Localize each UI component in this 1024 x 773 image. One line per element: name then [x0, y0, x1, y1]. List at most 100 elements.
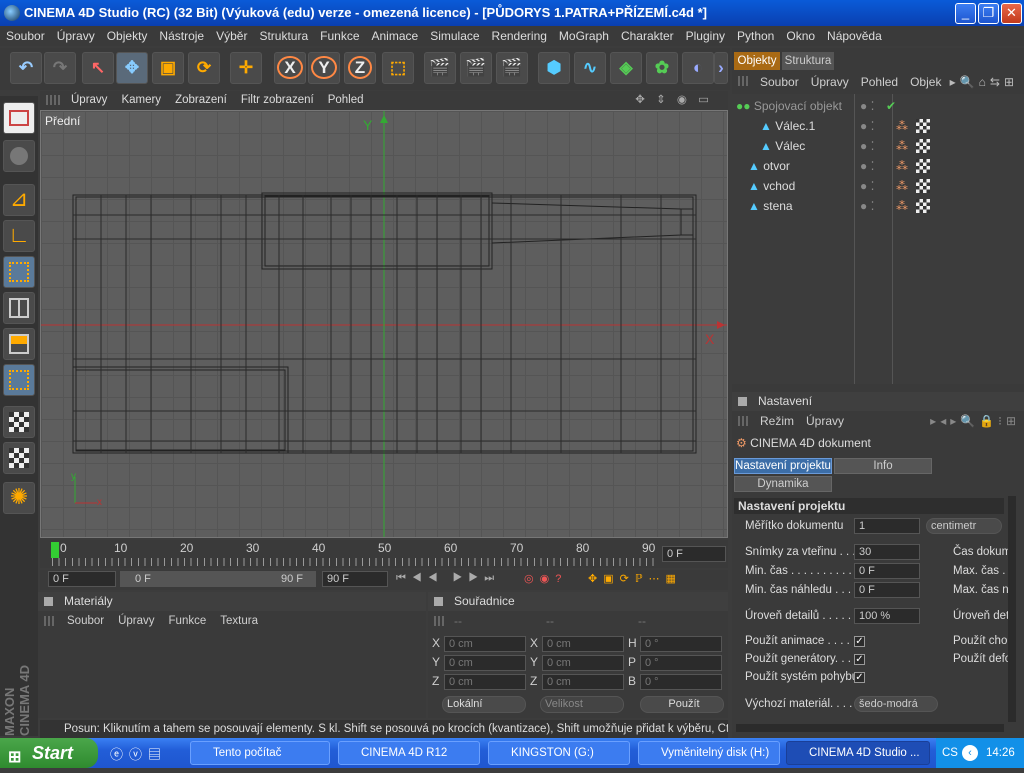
menu-objekty[interactable]: Objekty: [101, 26, 154, 46]
attributes-menu-rezim[interactable]: Režim: [754, 414, 800, 428]
points-icon[interactable]: ∟: [3, 220, 35, 252]
phong-tag-icon[interactable]: ⁂: [896, 116, 908, 136]
panel-close-icon[interactable]: [434, 597, 443, 606]
phong-tag-icon[interactable]: ⁂: [896, 196, 908, 216]
task-cinema-studio[interactable]: CINEMA 4D Studio ...: [786, 741, 930, 765]
y-axis-button[interactable]: Y: [308, 52, 340, 84]
deformer-icon[interactable]: ◐: [682, 52, 714, 84]
visibility-dots[interactable]: ● ⁚: [860, 156, 874, 176]
unit-dropdown[interactable]: centimetr: [926, 518, 1002, 534]
scale-field[interactable]: 1: [854, 518, 920, 534]
grip-handle-icon[interactable]: [44, 616, 56, 626]
texture-tag-icon[interactable]: [916, 139, 930, 153]
objects-menu-soubor[interactable]: Soubor: [754, 75, 805, 89]
task-cinema-r12[interactable]: CINEMA 4D R12: [338, 741, 480, 765]
rot-h-field[interactable]: 0 °: [640, 636, 722, 652]
restore-button[interactable]: ❐: [978, 3, 999, 24]
viewport-menu-filtr[interactable]: Filtr zobrazení: [234, 91, 321, 110]
minimize-button[interactable]: _: [955, 3, 976, 24]
objects-menu-objekty[interactable]: Objek: [904, 75, 947, 89]
texture-icon[interactable]: [3, 140, 35, 172]
move-icon[interactable]: ✥: [116, 52, 148, 84]
min-preview-field[interactable]: 0 F: [854, 582, 920, 598]
grip-handle-icon[interactable]: [738, 76, 750, 86]
panel-close-icon[interactable]: [44, 597, 53, 606]
timeline-ruler[interactable]: 0 10 20 30 40 50 60 70 80 90 0 F: [40, 540, 728, 568]
polygons-icon[interactable]: [3, 292, 35, 324]
language-indicator[interactable]: CS: [942, 738, 958, 768]
materials-menu-upravy[interactable]: Úpravy: [111, 615, 161, 627]
object-axis-icon[interactable]: ⊿: [3, 184, 35, 216]
viewport-nav-icons[interactable]: ✥ ⇕ ◉ ▭: [628, 91, 720, 110]
visibility-dots[interactable]: ● ⁚: [860, 196, 874, 216]
render-view-icon[interactable]: 🎬: [424, 52, 456, 84]
phong-tag-icon[interactable]: ⁂: [896, 176, 908, 196]
front-viewport[interactable]: Přední Y X y x: [40, 110, 728, 538]
quicklaunch-icons[interactable]: ⓔⓥ▤: [110, 744, 167, 763]
pos-y-field[interactable]: 0 cm: [444, 655, 526, 671]
menu-python[interactable]: Python: [731, 26, 780, 46]
object-row[interactable]: ▲ stena ● ⁚ ⁂: [748, 196, 1006, 216]
snap-icon[interactable]: [3, 442, 35, 474]
coordinate-system-icon[interactable]: ⬚: [382, 52, 414, 84]
phong-tag-icon[interactable]: ⁂: [896, 156, 908, 176]
edges-icon[interactable]: [3, 256, 35, 288]
visibility-dots[interactable]: ● ⁚: [860, 96, 874, 116]
close-button[interactable]: ✕: [1001, 3, 1022, 24]
pos-z-field[interactable]: 0 cm: [444, 674, 526, 690]
materials-menu-soubor[interactable]: Soubor: [60, 615, 111, 627]
start-button[interactable]: ⊞ Start: [0, 738, 98, 768]
record-icons[interactable]: ◎◉?: [524, 572, 567, 585]
objects-menu-upravy[interactable]: Úpravy: [805, 75, 855, 89]
end-frame-field[interactable]: 90 F: [322, 571, 388, 587]
objects-toolbar-icons[interactable]: ▸🔍⌂⇆⊞: [950, 72, 1018, 92]
use-generators-checkbox[interactable]: ✓: [854, 654, 865, 665]
menu-simulace[interactable]: Simulace: [424, 26, 485, 46]
spline-icon[interactable]: ∿: [574, 52, 606, 84]
panel-close-icon[interactable]: [738, 397, 747, 406]
checker-icon[interactable]: [3, 406, 35, 438]
uv-polygons-icon[interactable]: [3, 328, 35, 360]
key-icons[interactable]: ✥▣⟳ℙ⋯▦: [588, 572, 682, 585]
attributes-toolbar-icons[interactable]: ▸◂▸🔍🔒⁝⊞: [930, 412, 1020, 431]
tab-struktura[interactable]: Struktura: [782, 52, 834, 70]
tab-project-settings[interactable]: Nastavení projektu: [734, 458, 832, 474]
undo-icon[interactable]: ↶: [10, 52, 42, 84]
apply-button[interactable]: Použít: [640, 696, 724, 713]
workplane-icon[interactable]: ✺: [3, 482, 35, 514]
scene-icon[interactable]: ›: [714, 52, 728, 84]
materials-menu-funkce[interactable]: Funkce: [162, 615, 214, 627]
z-axis-button[interactable]: Z: [344, 52, 376, 84]
object-row[interactable]: ▲ vchod ● ⁚ ⁂: [748, 176, 1006, 196]
lod-field[interactable]: 100 %: [854, 608, 920, 624]
objects-menu-pohled[interactable]: Pohled: [855, 75, 904, 89]
rot-b-field[interactable]: 0 °: [640, 674, 722, 690]
viewport-menu-zobrazeni[interactable]: Zobrazení: [168, 91, 234, 110]
phong-tag-icon[interactable]: ⁂: [896, 136, 908, 156]
render-picture-viewer-icon[interactable]: 🎬: [460, 52, 492, 84]
tab-info[interactable]: Info: [834, 458, 932, 474]
task-kingston[interactable]: KINGSTON (G:): [488, 741, 630, 765]
task-tento-pocitac[interactable]: Tento počítač: [190, 741, 330, 765]
menu-struktura[interactable]: Struktura: [253, 26, 314, 46]
coord-size-dropdown[interactable]: Velikost: [540, 696, 624, 713]
grip-handle-icon[interactable]: [434, 616, 446, 626]
render-settings-icon[interactable]: 🎬: [496, 52, 528, 84]
enabled-checkmark-icon[interactable]: ✔: [886, 96, 896, 116]
menu-mograph[interactable]: MoGraph: [553, 26, 615, 46]
min-time-field[interactable]: 0 F: [854, 563, 920, 579]
rotate-icon[interactable]: ⟳: [188, 52, 220, 84]
menu-nastroje[interactable]: Nástroje: [153, 26, 210, 46]
menu-charakter[interactable]: Charakter: [615, 26, 680, 46]
pos-x-field[interactable]: 0 cm: [444, 636, 526, 652]
uv-points-icon[interactable]: [3, 364, 35, 396]
visibility-dots[interactable]: ● ⁚: [860, 116, 874, 136]
texture-tag-icon[interactable]: [916, 119, 930, 133]
cinema4d-app-icon[interactable]: [4, 5, 20, 21]
menu-funkce[interactable]: Funkce: [314, 26, 365, 46]
current-frame-field[interactable]: 0 F: [662, 546, 726, 562]
use-motion-checkbox[interactable]: ✓: [854, 672, 865, 683]
menu-vyber[interactable]: Výběr: [210, 26, 253, 46]
nurbs-icon[interactable]: ◈: [610, 52, 642, 84]
use-model-icon[interactable]: [3, 102, 35, 134]
